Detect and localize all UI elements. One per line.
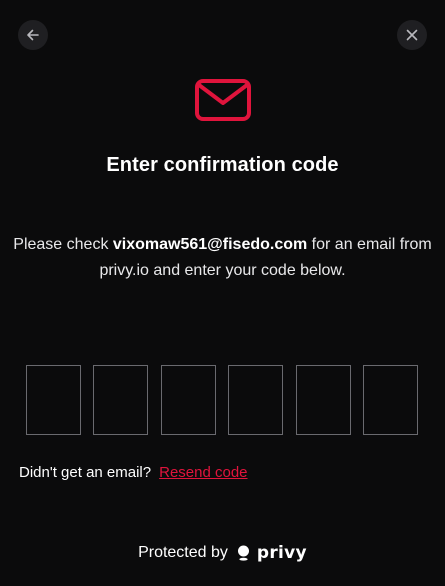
code-digit-5[interactable]	[295, 365, 351, 435]
code-digit-2[interactable]	[93, 365, 149, 435]
page-title: Enter confirmation code	[106, 154, 339, 176]
resend-prompt: Didn't get an email?	[19, 464, 152, 481]
privy-logo[interactable]: privy	[237, 543, 307, 563]
close-icon	[406, 29, 418, 41]
code-input-group	[26, 365, 418, 435]
code-digit-1[interactable]	[26, 365, 81, 435]
code-digit-4[interactable]	[228, 365, 284, 435]
confirmation-modal: Enter confirmation code Please check vix…	[0, 0, 445, 586]
back-button[interactable]	[18, 20, 48, 50]
protected-by-label: Protected by	[138, 544, 228, 561]
protected-by-footer: Protected by privy	[0, 543, 445, 563]
privy-wordmark: privy	[256, 543, 307, 563]
resend-code-link[interactable]: Resend code	[159, 464, 247, 481]
code-digit-3[interactable]	[160, 365, 216, 435]
email-address: vixomaw561@fisedo.com	[112, 236, 308, 253]
resend-row: Didn't get an email? Resend code	[19, 464, 248, 481]
privy-logo-icon	[237, 545, 249, 561]
code-digit-6[interactable]	[362, 365, 418, 435]
arrow-left-icon	[27, 29, 39, 41]
instructions-text: Please check vixomaw561@fisedo.com for a…	[10, 232, 435, 284]
envelope-icon	[195, 79, 251, 121]
close-button[interactable]	[397, 20, 427, 50]
instructions-prefix: Please check	[13, 236, 113, 253]
